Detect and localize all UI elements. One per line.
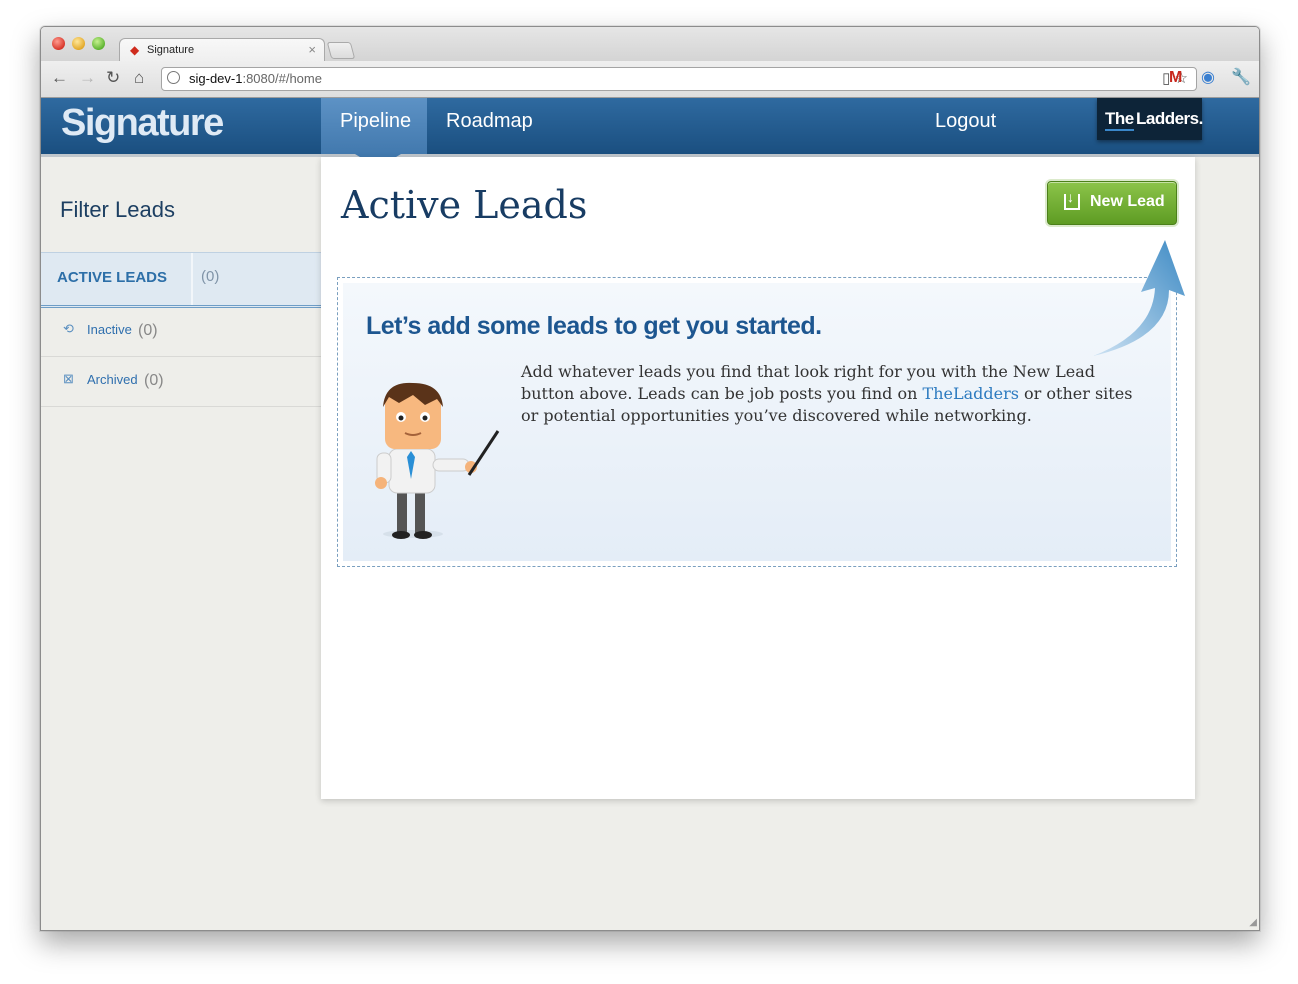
empty-state-panel: Let’s add some leads to get you started.…: [337, 240, 1185, 567]
new-tab-button[interactable]: [326, 42, 356, 59]
nav-roadmap[interactable]: Roadmap: [446, 110, 533, 133]
browser-toolbar: ← → ↻ ⌂ sig-dev-1:8080/#/home ▯ ☆ M ◉ 🔧: [41, 61, 1259, 98]
logout-link[interactable]: Logout: [935, 110, 996, 133]
app-header: Signature Pipeline Roadmap Logout The La…: [41, 98, 1259, 157]
page-title: Active Leads: [341, 183, 588, 227]
filter-active-leads[interactable]: ACTIVE LEADS (0): [41, 252, 321, 308]
page-viewport: Signature Pipeline Roadmap Logout The La…: [41, 98, 1259, 930]
download-icon: [1064, 189, 1080, 210]
filter-inactive-label: Inactive: [87, 322, 132, 337]
curved-arrow-icon: [1093, 240, 1185, 356]
theladders-logo[interactable]: The Ladders.: [1097, 98, 1203, 140]
url-text: sig-dev-1:8080/#/home: [189, 71, 322, 86]
sidebar: Filter Leads ACTIVE LEADS (0) ⟲ Inactive…: [41, 157, 321, 930]
inactive-icon: ⟲: [63, 321, 74, 336]
superman-s-icon: ◆: [130, 43, 140, 57]
filter-archived-count: (0): [144, 372, 164, 389]
logo-the: The: [1105, 109, 1134, 131]
new-lead-label: New Lead: [1090, 193, 1165, 210]
globe-icon: [167, 71, 180, 84]
browser-window: ◆ Signature × ← → ↻ ⌂ sig-dev-1:8080/#/h…: [40, 26, 1260, 931]
filter-archived[interactable]: ⊠ Archived (0): [41, 357, 321, 407]
divider: [191, 253, 193, 305]
archive-icon: ⊠: [63, 371, 74, 386]
filter-active-count: (0): [201, 268, 220, 285]
close-window-button[interactable]: [52, 37, 65, 50]
nav-pipeline[interactable]: Pipeline: [321, 98, 427, 154]
tab-close-icon[interactable]: ×: [308, 42, 316, 57]
signature-logo[interactable]: Signature: [61, 102, 224, 145]
filter-leads-title: Filter Leads: [60, 197, 175, 222]
empty-state-heading: Let’s add some leads to get you started.: [366, 312, 822, 340]
back-icon[interactable]: ←: [51, 69, 68, 87]
logo-ladders: Ladders.: [1136, 109, 1203, 128]
phone-extension-icon[interactable]: ◉: [1201, 69, 1215, 87]
theladders-link[interactable]: TheLadders: [923, 384, 1019, 403]
zoom-window-button[interactable]: [92, 37, 105, 50]
new-lead-button[interactable]: New Lead: [1047, 181, 1177, 225]
gmail-icon[interactable]: M: [1169, 69, 1182, 87]
mascot-illustration: [375, 382, 500, 539]
reload-icon[interactable]: ↻: [106, 69, 120, 87]
wrench-icon[interactable]: 🔧: [1231, 69, 1251, 87]
empty-state-text: Add whatever leads you find that look ri…: [521, 362, 1133, 425]
filter-inactive-count: (0): [138, 322, 158, 339]
main-panel: Active Leads New Lead Let’s add some lea…: [321, 157, 1195, 799]
address-bar[interactable]: sig-dev-1:8080/#/home ▯ ☆: [161, 67, 1197, 91]
tab-title: Signature: [147, 44, 195, 56]
resize-grip-icon[interactable]: ◢: [1249, 917, 1257, 928]
browser-tab[interactable]: ◆ Signature ×: [119, 38, 325, 62]
home-icon[interactable]: ⌂: [134, 69, 144, 87]
nav-pipeline-label: Pipeline: [340, 110, 412, 132]
minimize-window-button[interactable]: [72, 37, 85, 50]
tab-strip: ◆ Signature ×: [41, 27, 1259, 62]
filter-archived-label: Archived: [87, 372, 138, 387]
forward-icon[interactable]: →: [79, 69, 96, 87]
filter-active-label: ACTIVE LEADS: [57, 269, 168, 286]
filter-inactive[interactable]: ⟲ Inactive (0): [41, 307, 321, 357]
